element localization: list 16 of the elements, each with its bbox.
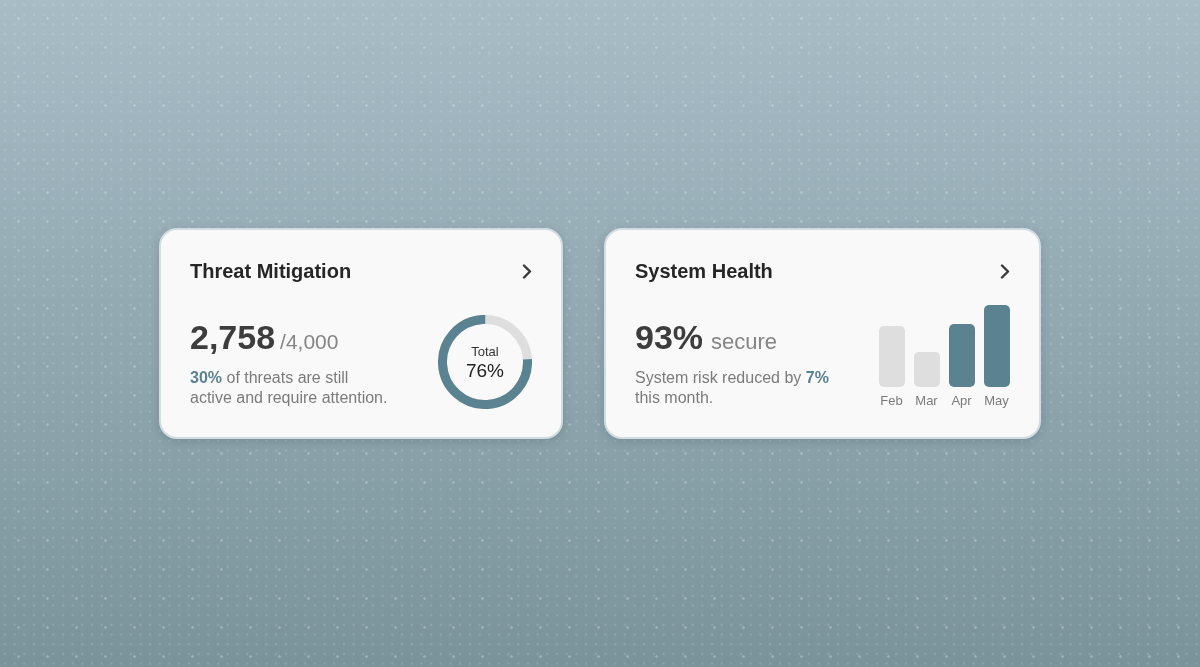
card-title: System Health [635,259,773,284]
month-label: May [984,393,1009,409]
month-label: Mar [915,393,938,409]
chevron-right-icon[interactable] [522,263,532,279]
card-title: Threat Mitigation [190,259,352,284]
month-label: Feb [880,393,903,409]
metric-value: 93% [635,317,704,357]
metric-unit: secure [711,328,778,356]
metric-total: /4,000 [280,329,339,355]
ring-label: Total [471,344,499,360]
card-description: 30% of threats are still active and require attention. [190,368,389,408]
month-label: Apr [951,393,972,409]
metric-value: 2,758 [190,317,276,357]
ring-value: 76% [466,360,504,382]
card-description: System risk reduced by 7% this month. [635,368,830,408]
chevron-right-icon[interactable] [1000,263,1010,279]
